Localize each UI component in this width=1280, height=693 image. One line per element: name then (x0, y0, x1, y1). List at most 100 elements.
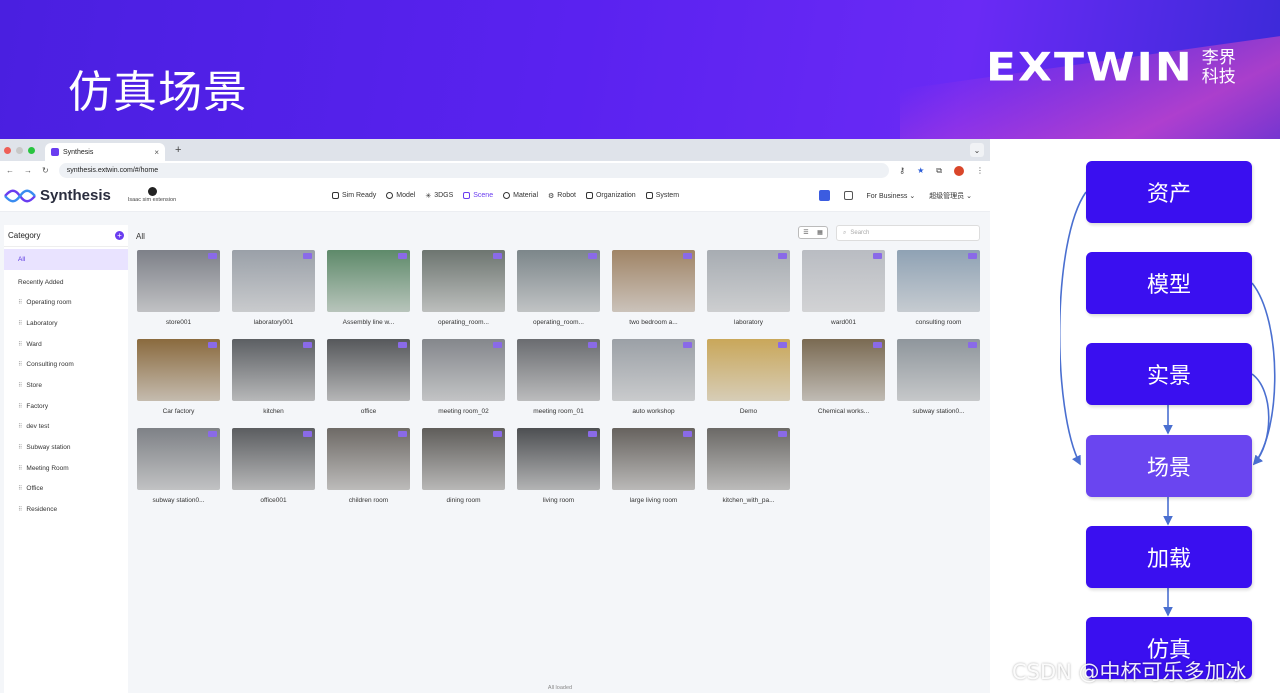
drag-handle-icon[interactable]: ⠿ (18, 403, 22, 410)
scene-thumbnail[interactable] (327, 339, 410, 401)
scene-thumbnail[interactable] (232, 250, 315, 312)
scene-thumbnail[interactable] (612, 428, 695, 490)
drag-handle-icon[interactable]: ⠿ (18, 320, 22, 327)
scene-card[interactable]: consulting room (897, 250, 980, 326)
scene-card[interactable]: meeting room_02 (422, 339, 505, 415)
category-item-ward[interactable]: ⠿ Ward (4, 334, 128, 355)
drag-handle-icon[interactable]: ⠿ (18, 485, 22, 492)
scene-card[interactable]: meeting room_01 (517, 339, 600, 415)
scene-thumbnail[interactable] (517, 339, 600, 401)
new-tab-button[interactable]: + (175, 144, 181, 156)
scene-card[interactable]: ward001 (802, 250, 885, 326)
bookmark-star-icon[interactable]: ★ (917, 166, 924, 175)
scene-thumbnail[interactable] (517, 428, 600, 490)
profile-avatar[interactable] (954, 165, 964, 176)
scene-thumbnail[interactable] (327, 428, 410, 490)
nav-system[interactable]: System (645, 192, 679, 200)
category-item-residence[interactable]: ⠿ Residence (4, 499, 128, 520)
scene-thumbnail[interactable] (422, 428, 505, 490)
scene-card[interactable]: subway station0... (897, 339, 980, 415)
scene-card[interactable]: Demo (707, 339, 790, 415)
category-item-office[interactable]: ⠿ Office (4, 479, 128, 500)
nav-organization[interactable]: Organization (585, 192, 636, 200)
category-item-laboratory[interactable]: ⠿ Laboratory (4, 313, 128, 334)
scene-thumbnail[interactable] (422, 339, 505, 401)
scene-thumbnail[interactable] (612, 339, 695, 401)
category-item-all[interactable]: All (4, 249, 128, 270)
scene-thumbnail[interactable] (802, 339, 885, 401)
drag-handle-icon[interactable]: ⠿ (18, 341, 22, 348)
drag-handle-icon[interactable]: ⠿ (18, 465, 22, 472)
key-icon[interactable]: ⚷ (899, 166, 905, 175)
scene-card[interactable]: large living room (612, 428, 695, 504)
extensions-icon[interactable]: ⧉ (936, 166, 942, 176)
drag-handle-icon[interactable]: ⠿ (18, 423, 22, 430)
scene-card[interactable]: store001 (137, 250, 220, 326)
reload-icon[interactable]: ↻ (42, 166, 49, 175)
scene-thumbnail[interactable] (327, 250, 410, 312)
close-window-button[interactable] (4, 146, 11, 154)
for-business-menu[interactable]: For Business ⌄ (867, 192, 916, 200)
scene-thumbnail[interactable] (137, 339, 220, 401)
admin-menu[interactable]: 超级管理员 ⌄ (929, 191, 972, 201)
drag-handle-icon[interactable]: ⠿ (18, 299, 22, 306)
scene-thumbnail[interactable] (707, 250, 790, 312)
scene-card[interactable]: kitchen_with_pa... (707, 428, 790, 504)
nav-model[interactable]: Model (386, 192, 415, 200)
category-item-dev-test[interactable]: ⠿ dev test (4, 417, 128, 438)
scene-card[interactable]: operating_room... (517, 250, 600, 326)
scene-thumbnail[interactable] (137, 428, 220, 490)
grid-view-icon[interactable]: ▦ (817, 229, 823, 236)
scene-thumbnail[interactable] (232, 428, 315, 490)
scene-thumbnail[interactable] (517, 250, 600, 312)
forward-icon[interactable]: → (24, 166, 32, 175)
scene-card[interactable]: Chemical works... (802, 339, 885, 415)
scene-card[interactable]: two bedroom a... (612, 250, 695, 326)
category-item-subway-station[interactable]: ⠿ Subway station (4, 437, 128, 458)
scene-card[interactable]: laboratory001 (232, 250, 315, 326)
scene-thumbnail[interactable] (137, 250, 220, 312)
scene-card[interactable]: subway station0... (137, 428, 220, 504)
nav-scene[interactable]: Scene (463, 192, 493, 200)
category-item-meeting-room[interactable]: ⠿ Meeting Room (4, 458, 128, 479)
browser-tab[interactable]: Synthesis × (45, 143, 165, 161)
nav-3dgs[interactable]: ✳ 3DGS (425, 192, 453, 200)
scene-card[interactable]: laboratory (707, 250, 790, 326)
drag-handle-icon[interactable]: ⠿ (18, 506, 22, 513)
scene-card[interactable]: living room (517, 428, 600, 504)
scene-card[interactable]: kitchen (232, 339, 315, 415)
scene-thumbnail[interactable] (897, 339, 980, 401)
menu-kebab-icon[interactable]: ⋮ (976, 166, 984, 175)
isaac-extension-link[interactable]: Isaac sim extension (112, 187, 192, 204)
category-item-recently-added[interactable]: Recently Added (4, 272, 128, 293)
scene-card[interactable]: Car factory (137, 339, 220, 415)
list-view-icon[interactable]: ☰ (803, 229, 808, 236)
scene-card[interactable]: auto workshop (612, 339, 695, 415)
url-field[interactable]: synthesis.extwin.com/#/home (58, 163, 890, 178)
category-item-factory[interactable]: ⠿ Factory (4, 396, 128, 417)
drag-handle-icon[interactable]: ⠿ (18, 361, 22, 368)
nav-material[interactable]: Material (503, 192, 538, 200)
scene-card[interactable]: office (327, 339, 410, 415)
back-icon[interactable]: ← (6, 166, 14, 175)
scene-card[interactable]: operating_room... (422, 250, 505, 326)
nav-sim-ready[interactable]: Sim Ready (332, 192, 376, 200)
scene-card[interactable]: dining room (422, 428, 505, 504)
scene-thumbnail[interactable] (707, 428, 790, 490)
scene-thumbnail[interactable] (802, 250, 885, 312)
brand[interactable]: Synthesis (4, 187, 112, 204)
scene-thumbnail[interactable] (232, 339, 315, 401)
drag-handle-icon[interactable]: ⠿ (18, 382, 22, 389)
drag-handle-icon[interactable]: ⠿ (18, 444, 22, 451)
category-item-store[interactable]: ⠿ Store (4, 375, 128, 396)
tab-search-chevron-icon[interactable]: ⌄ (970, 143, 984, 157)
minimize-window-button[interactable] (16, 146, 23, 154)
scene-card[interactable]: office001 (232, 428, 315, 504)
scene-thumbnail[interactable] (422, 250, 505, 312)
scene-thumbnail[interactable] (707, 339, 790, 401)
scene-card[interactable]: Assembly line w... (327, 250, 410, 326)
category-item-consulting-room[interactable]: ⠿ Consulting room (4, 354, 128, 375)
maximize-window-button[interactable] (28, 146, 35, 154)
view-toggle[interactable]: ☰ ▦ (798, 226, 828, 239)
close-tab-icon[interactable]: × (154, 148, 159, 157)
